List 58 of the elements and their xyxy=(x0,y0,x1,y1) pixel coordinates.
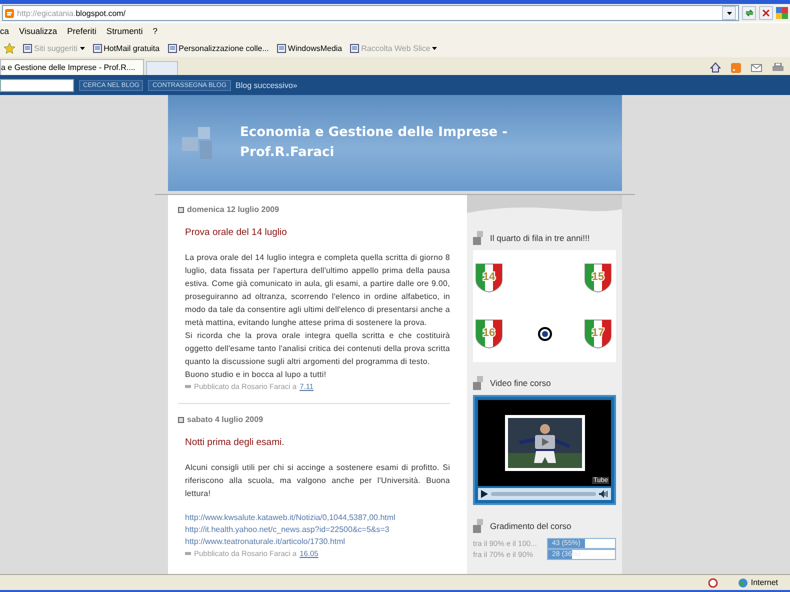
menu-item[interactable]: Visualizza xyxy=(18,26,58,36)
next-blog-link[interactable]: Blog successivo» xyxy=(236,80,298,90)
url-text: http://egicatania.blogspot.com/ xyxy=(17,8,126,18)
post-paragraph: La prova orale del 14 luglio integra e completa quella scritta di giorno 8 luglio, data fissata per l'apertura dell'ultimo appello prima della pausa estiva. Come già comunicato in aula, gli esami, a partire dalle ore 9.00, proseguiranno ad oltranza, scorrendo l'elenco in ordine alfabetico, in modo da tale da consentire agli ultimi dell'elenco di presentarsi anche a metà mattina, evitando lunghe attese prima di sostenere la prova. xyxy=(185,252,450,329)
post-date: domenica 12 luglio 2009 xyxy=(187,205,280,214)
blog-favicon xyxy=(5,8,14,18)
widget-title: Gradimento del corso xyxy=(490,521,572,531)
privacy-icon[interactable] xyxy=(708,578,718,588)
mail-icon[interactable] xyxy=(751,64,762,72)
menu-item[interactable]: ca xyxy=(0,26,9,36)
post-paragraph: Alcuni consigli utili per chi si accinge a sostenere esami di profitto. Si riferiscono alla scuola, ma valgono anche per l'Università. Buona lettura! xyxy=(185,462,450,500)
star-icon[interactable] xyxy=(4,42,15,54)
menu-item[interactable]: Preferiti xyxy=(67,26,96,36)
menu-item[interactable]: Strumenti xyxy=(106,26,143,36)
date-bullet-icon xyxy=(178,206,184,212)
play-icon[interactable] xyxy=(481,490,488,498)
page-icon xyxy=(350,44,360,52)
squares-icon xyxy=(473,376,485,390)
squares-icon xyxy=(473,231,485,245)
post-title[interactable]: Notti prima degli esami. xyxy=(185,437,450,448)
favorite-link[interactable]: HotMail gratuita xyxy=(92,44,160,52)
refresh-icon xyxy=(744,9,754,17)
page-icon xyxy=(92,44,102,52)
home-icon[interactable] xyxy=(710,62,721,73)
dropdown-icon xyxy=(432,46,438,50)
stop-button[interactable] xyxy=(759,6,773,20)
dropdown-button[interactable] xyxy=(722,6,736,20)
page-icon xyxy=(23,44,32,52)
address-field[interactable]: http://egicatania.blogspot.com/ xyxy=(2,5,739,21)
widget-title: Il quarto di fila in tre anni!!! xyxy=(490,233,590,243)
printer-icon[interactable] xyxy=(772,62,784,72)
page-icon xyxy=(168,44,177,52)
post-date: sabato 4 luglio 2009 xyxy=(187,415,264,424)
menu-item[interactable]: ? xyxy=(152,26,158,36)
zone-label: Internet xyxy=(750,578,778,587)
date-bullet-icon xyxy=(178,416,184,422)
post-link[interactable]: http://it.health.yahoo.net/c_news.asp?id=22500&c=5&s=3 xyxy=(185,524,450,536)
browser-tab[interactable]: a e Gestione delle Imprese - Prof.R.... xyxy=(0,59,144,75)
post-title[interactable]: Prova orale del 14 luglio xyxy=(185,227,450,238)
post-link[interactable]: http://www.kwsalute.kataweb.it/Notizia/0,1044,5387,00.html xyxy=(185,512,450,524)
search-field[interactable] xyxy=(0,78,74,92)
dropdown-icon xyxy=(726,12,732,14)
close-icon xyxy=(762,9,770,17)
page-icon xyxy=(276,44,286,52)
refresh-button[interactable] xyxy=(742,6,756,20)
club-crest-icon xyxy=(536,326,552,342)
post-link[interactable]: http://www.teatronaturale.it/articolo/1730.html xyxy=(185,536,450,548)
dropdown-icon xyxy=(80,46,85,50)
blog-title: Economia e Gestione delle Imprese - Prof.R.Faraci xyxy=(240,124,509,162)
widget-title: Video fine corso xyxy=(490,378,551,388)
squares-icon xyxy=(473,519,485,533)
search-provider-icon[interactable] xyxy=(776,7,788,19)
post-paragraph: Buono studio e in bocca al lupo a tutti! xyxy=(185,369,328,381)
post-paragraph: Si ricorda che la prova orale integra quella scritta e che costituirà oggetto dell'esame tanto l'analisi critica dei contenuti della prova scritta quanto la discussione sugli altri argomenti del programma di testo. xyxy=(185,330,450,368)
volume-icon[interactable] xyxy=(599,490,608,498)
favorite-link[interactable]: Personalizzazione colle... xyxy=(168,44,269,52)
globe-icon xyxy=(738,578,748,588)
favorite-link[interactable]: WindowsMedia xyxy=(276,44,342,52)
